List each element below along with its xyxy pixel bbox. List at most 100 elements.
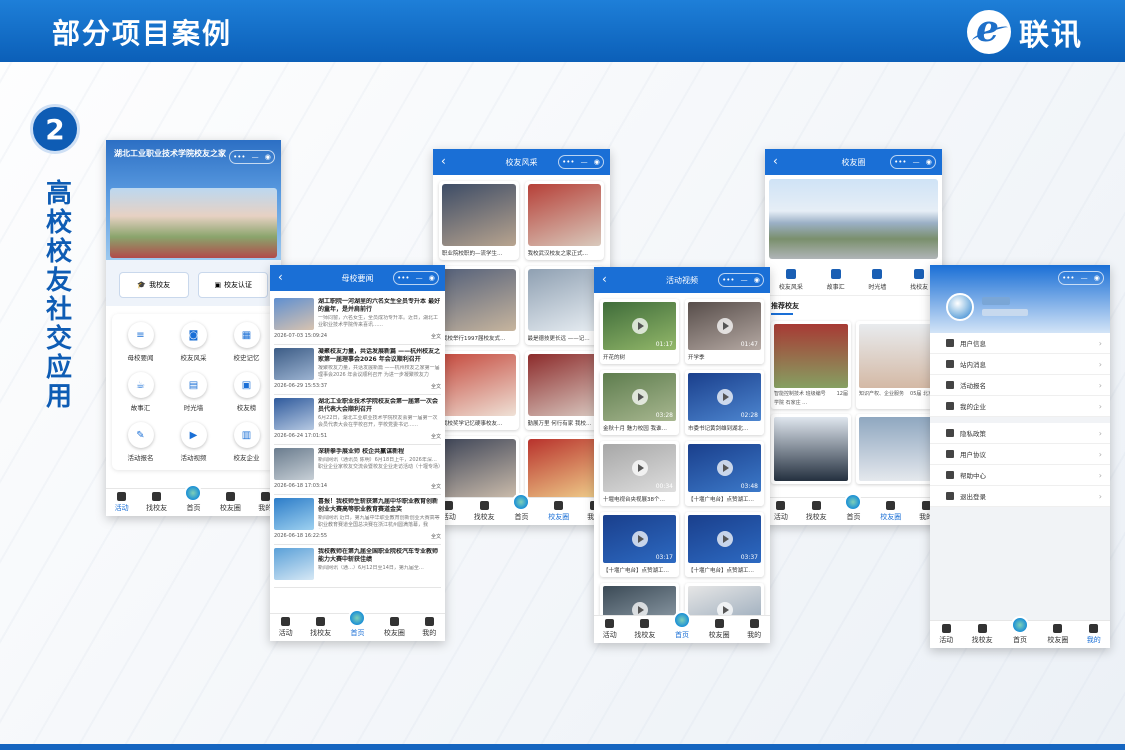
miniprogram-capsule[interactable]: ••• — ◉	[718, 273, 764, 287]
tab-1[interactable]: 找校友	[634, 619, 655, 640]
news-date: 2026-06-24 17:01:51	[274, 433, 328, 439]
tab-1[interactable]: 找校友	[310, 617, 331, 638]
gallery-card[interactable]: 最是德技更长远 ——记…	[524, 266, 604, 345]
menu-item[interactable]: 用户协议 ›	[930, 444, 1110, 465]
play-icon[interactable]	[716, 318, 733, 334]
gallery-card[interactable]: 职业院校职的—流学生…	[439, 181, 519, 260]
read-more-link[interactable]: 全文	[431, 383, 441, 390]
tab-1[interactable]: 找校友	[806, 501, 827, 522]
tab-3[interactable]: 校友圈	[1047, 624, 1068, 645]
shortcut-0[interactable]: 校友风采	[779, 269, 803, 291]
news-text: 深耕拳手展业师 校企共赢谋新程 新闻网讯（通讯员 陈明）6月18日上午，2026年…	[318, 448, 441, 480]
tab-2[interactable]: 首页	[184, 484, 203, 513]
menu-item[interactable]: 帮助中心 ›	[930, 465, 1110, 486]
tab-3[interactable]: 校友圈	[220, 492, 241, 513]
menu-item[interactable]: 站内消息 ›	[930, 354, 1110, 375]
video-card[interactable]: 01:47 开学季	[685, 299, 764, 364]
shortcut-1[interactable]: 故事汇	[827, 269, 845, 291]
tab-1[interactable]: 找校友	[474, 501, 495, 522]
shortcut-2[interactable]: 时光墙	[868, 269, 886, 291]
play-icon[interactable]	[716, 531, 733, 547]
tab-3[interactable]: 校友圈	[548, 501, 569, 522]
video-card[interactable]: 03:37 【十堰广电台】点赞湖工…	[685, 512, 764, 577]
play-icon[interactable]	[631, 460, 648, 476]
play-icon[interactable]	[631, 389, 648, 405]
video-card[interactable]: 03:28 金秋十月 魅力校园 我谁…	[600, 370, 679, 435]
tab-4[interactable]: 我的	[1087, 624, 1101, 645]
miniprogram-capsule[interactable]: ••• — ◉	[1058, 271, 1104, 285]
tab-2[interactable]: 首页	[672, 611, 691, 640]
tab-3[interactable]: 校友圈	[709, 619, 730, 640]
video-card[interactable]: 03:17 【十堰广电台】点赞湖工…	[600, 512, 679, 577]
feature-grid[interactable]: ▦ 校史记忆	[220, 322, 273, 362]
back-icon[interactable]: ‹	[773, 154, 778, 168]
video-card[interactable]: 02:28 市委书记黄剑雄到湖北…	[685, 370, 764, 435]
avatar[interactable]	[946, 293, 974, 321]
miniprogram-capsule[interactable]: ••• — ◉	[890, 155, 936, 169]
menu-item[interactable]: 我的企业 ›	[930, 396, 1110, 417]
miniprogram-capsule[interactable]: ••• — ◉	[229, 150, 275, 164]
my-alumni-button[interactable]: 🎓 我校友	[118, 272, 189, 298]
tab-1[interactable]: 找校友	[972, 624, 993, 645]
feature-edit[interactable]: ✎ 活动报名	[114, 422, 167, 462]
tab-4[interactable]: 我的	[747, 619, 761, 640]
menu-item[interactable]: 活动报名 ›	[930, 375, 1110, 396]
miniprogram-capsule[interactable]: ••• — ◉	[558, 155, 604, 169]
tab-0[interactable]: 活动	[774, 501, 788, 522]
menu-item[interactable]: 退出登录 ›	[930, 486, 1110, 507]
play-icon[interactable]	[716, 389, 733, 405]
feature-list[interactable]: ≡ 母校要闻	[114, 322, 167, 362]
read-more-link[interactable]: 全文	[431, 483, 441, 490]
feature-calendar[interactable]: ▤ 时光墙	[167, 372, 220, 412]
list-item[interactable]: 湖工职院一河湖里的六名女生全员专升本 最好的童年，是并肩前行 一师同窗，六名女生，…	[274, 295, 441, 345]
alumni-card[interactable]	[771, 414, 851, 484]
gallery-card[interactable]: 我校武汉校友之家正式…	[524, 181, 604, 260]
menu-item[interactable]: 隐私政策 ›	[930, 423, 1110, 444]
back-icon[interactable]: ‹	[602, 272, 607, 286]
tab-0[interactable]: 活动	[603, 619, 617, 640]
tab-4[interactable]: 我的	[422, 617, 436, 638]
tab-0[interactable]: 活动	[279, 617, 293, 638]
back-icon[interactable]: ‹	[441, 154, 446, 168]
read-more-link[interactable]: 全文	[431, 533, 441, 540]
list-item[interactable]: 深耕拳手展业师 校企共赢谋新程 新闻网讯（通讯员 陈明）6月18日上午，2026年…	[274, 445, 441, 495]
gallery-card[interactable]: 勤展万里 何行有家 我校…	[524, 351, 604, 430]
tab-2[interactable]: 首页	[844, 493, 863, 522]
tab-3[interactable]: 校友圈	[880, 501, 901, 522]
shortcut-3[interactable]: 找校友	[910, 269, 928, 291]
list-item[interactable]: 我校教师在第九届全国职业院校汽车专业教师能力大赛中斩获佳绩 新闻网讯（通…）6月1…	[274, 545, 441, 588]
tab-2[interactable]: 首页	[1010, 616, 1029, 645]
alumni-auth-button[interactable]: ▣ 校友认证	[198, 272, 269, 298]
list-item[interactable]: 湖北工业职业技术学院校友会第一届第一次会员代表大会顺利召开 6月22日，湖北工业职…	[274, 395, 441, 445]
miniprogram-capsule[interactable]: ••• — ◉	[393, 271, 439, 285]
back-icon[interactable]: ‹	[278, 270, 283, 284]
news-date: 2026-07-03 15:09:24	[274, 333, 328, 339]
video-card[interactable]: 03:48 【十堰广电台】点赞湖工…	[685, 441, 764, 506]
play-icon[interactable]	[716, 460, 733, 476]
feature-badge[interactable]: ▣ 校友榜	[220, 372, 273, 412]
menu-item[interactable]: 用户信息 ›	[930, 333, 1110, 354]
alumni-card[interactable]	[856, 414, 936, 484]
tab-2[interactable]: 首页	[512, 493, 531, 522]
read-more-link[interactable]: 全文	[431, 333, 441, 340]
tab-0[interactable]: 活动	[115, 492, 129, 513]
feature-cup[interactable]: ☕ 故事汇	[114, 372, 167, 412]
tab-1[interactable]: 找校友	[146, 492, 167, 513]
feature-video[interactable]: ▶ 活动视频	[167, 422, 220, 462]
read-more-link[interactable]: 全文	[431, 433, 441, 440]
gallery-card[interactable]: 我校举行1997届校友式…	[439, 266, 519, 345]
video-card[interactable]: 00:34 十堰电视台央视展38个…	[600, 441, 679, 506]
play-icon[interactable]	[631, 318, 648, 334]
gallery-card[interactable]: 我校奖学记忆硬事校友…	[439, 351, 519, 430]
list-item[interactable]: 喜报！我校师生斩获第九届中华职业教育创新创业大赛高等职业教育赛道金奖 新闻网讯 近…	[274, 495, 441, 545]
alumni-card[interactable]: 智能控制技术 班级编号 12届 学院 石家庄 …	[771, 321, 851, 409]
list-item[interactable]: 凝聚校友力量，共话发展新篇 ——杭州校友之家第一届理事会2026 年会议顺利召开…	[274, 345, 441, 395]
video-card[interactable]: 01:17 开花的树	[600, 299, 679, 364]
tab-2[interactable]: 首页	[348, 609, 367, 638]
play-icon[interactable]	[631, 531, 648, 547]
alumni-card[interactable]: 知识产权、企业服务 05届 北京	[856, 321, 936, 409]
tab-0[interactable]: 活动	[939, 624, 953, 645]
feature-building[interactable]: ▥ 校友企业	[220, 422, 273, 462]
tab-3[interactable]: 校友圈	[384, 617, 405, 638]
feature-camera[interactable]: ◙ 校友风采	[167, 322, 220, 362]
